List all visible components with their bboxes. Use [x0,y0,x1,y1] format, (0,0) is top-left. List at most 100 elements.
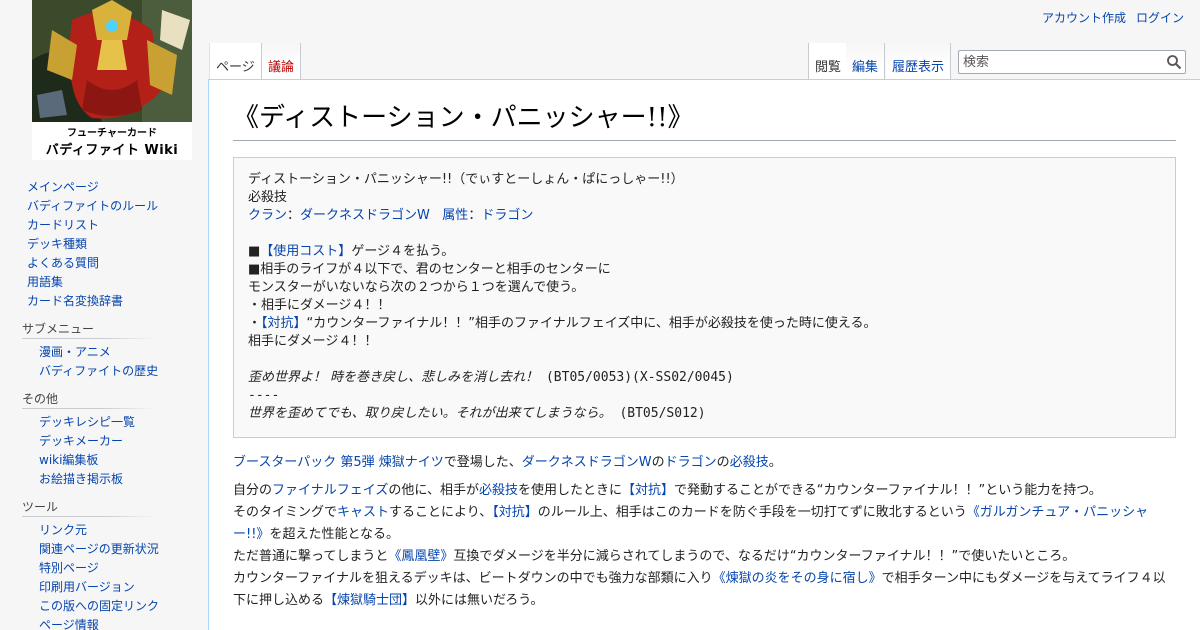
sidebar-item-page-info[interactable]: ページ情報 [39,618,99,630]
other-list: デッキレシピ一覧 デッキメーカー wiki編集板 お絵描き掲示板 [0,413,176,489]
site-logo[interactable]: フューチャーカード バディファイト Wiki [32,0,192,160]
logo-artwork [32,0,192,122]
text: することにより、 [389,505,493,520]
tab-talk-label: 議論 [268,60,295,75]
sidebar-item-card-list[interactable]: カードリスト [27,218,99,232]
page-title: 《ディストーション・パニッシャー!!》 [233,100,1176,141]
sidebar-item-deck-maker[interactable]: デッキメーカー [39,434,123,448]
create-account-link[interactable]: アカウント作成 [1042,9,1126,26]
attr-label-link[interactable]: 属性 [442,208,468,223]
counter-bullet: ・ [248,316,262,331]
text: の [716,455,730,470]
tab-page[interactable]: ページ [209,43,262,80]
sidebar-item-rules[interactable]: バディファイトのルール [27,199,158,213]
other-heading[interactable]: その他 [0,391,176,409]
submenu-heading[interactable]: サブメニュー [0,321,176,339]
sidebar-item-deck-recipes[interactable]: デッキレシピ一覧 [39,415,135,429]
attr-colon: ： [468,208,482,223]
cost-text: ゲージ４を払う。 [351,244,455,259]
sidebar-item-what-links-here[interactable]: リンク元 [39,523,87,537]
tab-history-label: 履歴表示 [892,60,945,75]
sidebar-item-history[interactable]: バディファイトの歴史 [39,364,158,378]
counter-link[interactable]: 【対抗】 [261,316,307,331]
link-impact-2[interactable]: 必殺技 [479,483,518,498]
sidebar-item-special-pages[interactable]: 特別ページ [39,561,99,575]
tab-read[interactable]: 閲覧 [808,43,849,80]
text: 以外には無いだろう。 [415,593,544,608]
sidebar-item-manga-anime[interactable]: 漫画・アニメ [39,345,111,359]
main-nav: メインページ バディファイトのルール カードリスト デッキ種類 よくある質問 用… [0,178,176,311]
tab-history[interactable]: 履歴表示 [886,43,952,80]
flavor-text-1: 歪め世界よ！ 時を巻き戻し、悲しみを消し去れ！ [248,370,539,385]
sidebar: メインページ バディファイトのルール カードリスト デッキ種類 よくある質問 用… [0,178,176,630]
search-icon[interactable] [1166,54,1182,70]
flavor-line-2: 世界を歪めてでも、取り戻したい。それが出来てしまうなら。 (BT05/S012) [248,405,1161,423]
text: の他に、相手が [388,483,479,498]
tab-edit-label: 編集 [852,60,879,75]
link-darkness-dragon[interactable]: ダークネスドラゴンW [522,455,652,470]
sidebar-item-main-page[interactable]: メインページ [27,180,99,194]
search-input[interactable] [961,52,1161,72]
clan-label-link[interactable]: クラン [248,208,287,223]
tools-heading[interactable]: ツール [0,499,176,517]
link-purgatory-flame[interactable]: 《煉獄の炎をその身に宿し》 [713,571,882,586]
link-counter-2[interactable]: 【対抗】 [492,505,538,520]
effect-line-1: ■相手のライフが４以下で、君のセンターと相手のセンターに [248,262,611,277]
link-counter[interactable]: 【対抗】 [622,483,674,498]
cost-link[interactable]: 【使用コスト】 [260,244,351,259]
effect-line-2: モンスターがいないなら次の２つから１つを選んで使う。 [248,280,585,295]
personal-tools: アカウント作成 ログイン [1042,9,1184,26]
sidebar-item-related-changes[interactable]: 関連ページの更新状況 [39,542,159,556]
flavor-text-2: 世界を歪めてでも、取り戻したい。それが出来てしまうなら。 [248,406,612,421]
sidebar-item-drawing-board[interactable]: お絵描き掲示板 [39,472,123,486]
card-type: 必殺技 [248,190,288,205]
sidebar-item-wiki-board[interactable]: wiki編集板 [39,453,98,467]
tab-talk[interactable]: 議論 [262,43,302,80]
link-impact[interactable]: 必殺技 [730,455,769,470]
card-info-box: ディストーション・パニッシャー!!（でぃすとーしょん・ぱにっしゃー!!） 必殺技… [233,157,1176,438]
text: ただ普通に撃ってしまうと [233,549,389,564]
card-clan-line: クラン：ダークネスドラゴンW 属性：ドラゴン [248,207,1161,225]
link-cast[interactable]: キャスト [337,505,389,520]
effect-line-5: 相手にダメージ４！！ [248,334,378,349]
text: のルール上、相手はこのカードを防ぐ手段を一切打てずに敗北するという [537,505,967,520]
paragraph-description: 自分のファイナルフェイズの他に、相手が必殺技を使用したときに【対抗】で発動するこ… [233,480,1176,612]
sidebar-item-printable[interactable]: 印刷用バージョン [39,580,135,594]
tab-edit[interactable]: 編集 [846,43,886,80]
link-dragon[interactable]: ドラゴン [665,455,717,470]
sidebar-item-name-dictionary[interactable]: カード名変換辞書 [27,294,123,308]
text: の [651,455,665,470]
login-link[interactable]: ログイン [1136,9,1184,26]
link-purgatory-knights[interactable]: 【煉獄騎士団】 [324,593,415,608]
sidebar-item-deck-types[interactable]: デッキ種類 [27,237,87,251]
flavor-code-2: (BT05/S012) [611,406,706,421]
clan-colon: ： [287,208,301,223]
flavor-separator: ---- [248,388,280,403]
tab-read-label: 閲覧 [815,60,842,75]
cost-line: ■【使用コスト】ゲージ４を払う。 [248,243,1161,261]
attr-value-link[interactable]: ドラゴン [481,208,533,223]
text: を超えた性能となる。 [269,527,400,542]
cost-bullet: ■ [248,244,261,259]
paragraph-intro: ブースターパック 第5弾 煉獄ナイツで登場した、ダークネスドラゴンWのドラゴンの… [233,452,1176,474]
sidebar-item-glossary[interactable]: 用語集 [27,275,63,289]
sidebar-item-faq[interactable]: よくある質問 [27,256,99,270]
flavor-code-1: (BT05/0053)(X-SS02/0045) [538,370,734,385]
link-booster-pack[interactable]: ブースターパック 第5弾 煉獄ナイツ [233,455,444,470]
effect-line-3: ・相手にダメージ４！！ [248,298,391,313]
link-final-phase[interactable]: ファイナルフェイズ [272,483,388,498]
search-box [958,50,1186,74]
counter-line: ・【対抗】“カウンターファイナル！！”相手のファイナルフェイズ中に、相手が必殺技… [248,315,1161,333]
card-name-line: ディストーション・パニッシャー!!（でぃすとーしょん・ぱにっしゃー!!） [248,172,684,187]
text: カウンターファイナルを狙えるデッキは、ビートダウンの中でも強力な部類に入り [233,571,713,586]
sidebar-item-permalink[interactable]: この版への固定リンク [39,599,159,613]
text: 自分の [233,483,273,498]
clan-value-link[interactable]: ダークネスドラゴンW [300,208,430,223]
text: 。 [768,455,782,470]
text: で登場した、 [443,455,522,470]
logo-line1: フューチャーカード [67,128,157,139]
text: そのタイミングで [233,505,338,520]
link-phoenix-wall[interactable]: 《鳳凰壁》 [388,549,453,564]
